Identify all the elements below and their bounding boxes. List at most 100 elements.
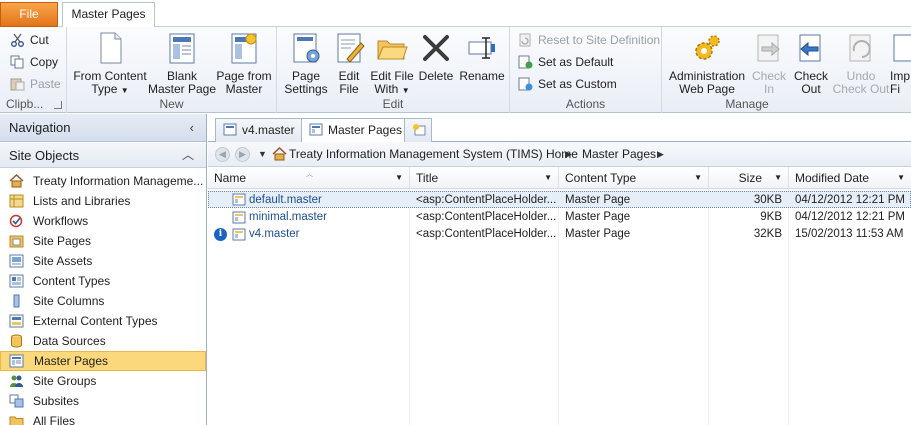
nav-item-label: All Files — [33, 414, 76, 425]
reset-to-site-definition-button[interactable]: Reset to Site Definition — [516, 30, 660, 50]
file-name[interactable]: default.master — [249, 192, 407, 208]
history-dropdown-icon[interactable]: ▼ — [258, 142, 267, 167]
copy-button[interactable]: Copy — [8, 52, 58, 72]
edit-file-button[interactable]: Edit File — [333, 31, 365, 96]
file-content-type: Master Page — [565, 228, 631, 240]
import-files-button[interactable]: Imp Fi — [890, 31, 911, 96]
delete-button[interactable]: Delete — [417, 31, 455, 83]
tab-master-pages[interactable]: Master Pages — [62, 2, 155, 28]
nav-item-site-pages[interactable]: Site Pages — [0, 231, 206, 251]
clipboard-launcher[interactable] — [54, 101, 62, 109]
table-row[interactable]: default.master <asp:ContentPlaceHolder..… — [208, 191, 911, 208]
nav-item-all-files[interactable]: All Files — [0, 411, 206, 425]
set-as-default-button[interactable]: Set as Default — [516, 52, 613, 72]
column-header-modified-date[interactable]: Modified Date ▼ — [789, 167, 911, 189]
tab-label: v4.master — [242, 123, 295, 137]
nav-item-data-sources[interactable]: Data Sources — [0, 331, 206, 351]
nav-item-external-content-types[interactable]: External Content Types — [0, 311, 206, 331]
site-objects-title: Site Objects — [9, 148, 80, 163]
filter-dropdown-icon[interactable]: ▼ — [774, 167, 782, 189]
collapse-pane-icon[interactable]: ‹ — [190, 114, 194, 142]
nav-item-site-assets[interactable]: Site Assets — [0, 251, 206, 271]
file-title: <asp:ContentPlaceHolder... — [416, 194, 556, 206]
edit-file-with-button[interactable]: Edit File With ▼ — [369, 31, 415, 97]
nav-item-master-pages[interactable]: Master Pages — [0, 351, 206, 371]
rename-button[interactable]: Rename — [457, 31, 507, 83]
table-row[interactable]: i v4.master <asp:ContentPlaceHolder... M… — [208, 226, 911, 243]
page-settings-icon — [293, 33, 320, 63]
manage-group-label: Manage — [725, 97, 769, 111]
nav-item-site-groups[interactable]: Site Groups — [0, 371, 206, 391]
filter-dropdown-icon[interactable]: ▼ — [897, 167, 905, 189]
info-icon[interactable]: i — [214, 228, 227, 241]
copy-label: Copy — [30, 55, 59, 69]
nav-item-site-columns[interactable]: Site Columns — [0, 291, 206, 311]
filter-dropdown-icon[interactable]: ▼ — [544, 167, 552, 189]
check-in-button[interactable]: Check In — [748, 31, 790, 96]
clipboard-group: Cut Copy Paste Clipb... — [0, 27, 67, 113]
breadcrumb-site-home[interactable]: Treaty Information Management System (TI… — [289, 142, 578, 167]
gears-icon — [695, 35, 720, 60]
column-header-label: Content Type — [565, 171, 637, 185]
new-page-icon — [100, 32, 122, 64]
column-header-name[interactable]: ︿ Name ▼ — [208, 167, 410, 189]
site-assets-icon — [9, 254, 24, 268]
column-header-label: Title — [416, 171, 439, 185]
new-tab-button[interactable] — [404, 118, 432, 142]
column-header-title[interactable]: Title ▼ — [410, 167, 559, 189]
file-name[interactable]: v4.master — [249, 226, 407, 242]
nav-item-label: Master Pages — [34, 354, 109, 368]
nav-item-label: Site Pages — [33, 234, 92, 248]
site-pages-icon — [9, 235, 24, 248]
nav-item-workflows[interactable]: Workflows — [0, 211, 206, 231]
nav-item-tims-home[interactable]: Treaty Information Manageme... — [0, 171, 206, 191]
sort-indicator-icon: ︿ — [306, 171, 313, 178]
page-from-master-button[interactable]: Page from Master — [213, 31, 275, 96]
administration-web-page-button[interactable]: Administration Web Page — [666, 31, 748, 96]
tab-v4-master[interactable]: v4.master — [215, 118, 304, 142]
list-icon — [9, 194, 24, 208]
nav-item-label: External Content Types — [33, 314, 158, 328]
file-title: <asp:ContentPlaceHolder... — [416, 228, 556, 240]
file-modified-date: 04/12/2012 12:21 PM — [795, 211, 905, 223]
file-size: 30KB — [753, 194, 782, 206]
nav-item-label: Site Groups — [33, 374, 97, 388]
file-name[interactable]: minimal.master — [249, 209, 407, 225]
blank-master-page-button[interactable]: Blank Master Page — [147, 31, 217, 96]
master-file-icon — [232, 228, 246, 241]
set-default-icon — [518, 55, 533, 69]
master-pages-icon — [9, 354, 24, 368]
filter-dropdown-icon[interactable]: ▼ — [694, 167, 702, 189]
column-header-content-type[interactable]: Content Type ▼ — [559, 167, 709, 189]
document-tab-strip: v4.master Master Pages — [208, 114, 911, 143]
breadcrumb-master-pages[interactable]: Master Pages — [582, 142, 656, 167]
chevron-up-icon[interactable]: ︿ — [182, 143, 194, 168]
tab-master-pages-doc[interactable]: Master Pages — [301, 118, 412, 143]
rename-icon — [468, 37, 495, 59]
nav-item-lists-and-libraries[interactable]: Lists and Libraries — [0, 191, 206, 211]
column-header-size[interactable]: Size ▼ — [709, 167, 789, 189]
forward-button[interactable]: ▶ — [235, 147, 250, 162]
undo-check-out-line2: Check Out — [832, 82, 890, 96]
check-out-button[interactable]: Check Out — [790, 31, 832, 96]
nav-item-content-types[interactable]: Content Types — [0, 271, 206, 291]
filter-dropdown-icon[interactable]: ▼ — [395, 167, 403, 189]
nav-item-label: Data Sources — [33, 334, 106, 348]
page-settings-button[interactable]: Page Settings — [281, 31, 331, 96]
copy-icon — [10, 55, 24, 69]
back-button[interactable]: ◀ — [215, 147, 230, 162]
navigation-header: Navigation ‹ — [0, 114, 206, 142]
cut-button[interactable]: Cut — [8, 30, 49, 50]
site-objects-header[interactable]: Site Objects ︿ — [0, 143, 206, 168]
navigation-title: Navigation — [9, 120, 71, 135]
undo-check-out-button[interactable]: Undo Check Out — [832, 31, 890, 96]
reset-label: Reset to Site Definition — [538, 33, 661, 47]
nav-item-subsites[interactable]: Subsites — [0, 391, 206, 411]
edit-file-icon — [337, 33, 365, 63]
edit-group-label: Edit — [382, 97, 404, 111]
file-tab[interactable]: File — [0, 2, 58, 27]
set-as-custom-button[interactable]: Set as Custom — [516, 74, 617, 94]
from-content-type-button[interactable]: From Content Type ▼ — [71, 31, 149, 97]
table-row[interactable]: minimal.master <asp:ContentPlaceHolder..… — [208, 209, 911, 226]
paste-button[interactable]: Paste — [8, 74, 61, 94]
